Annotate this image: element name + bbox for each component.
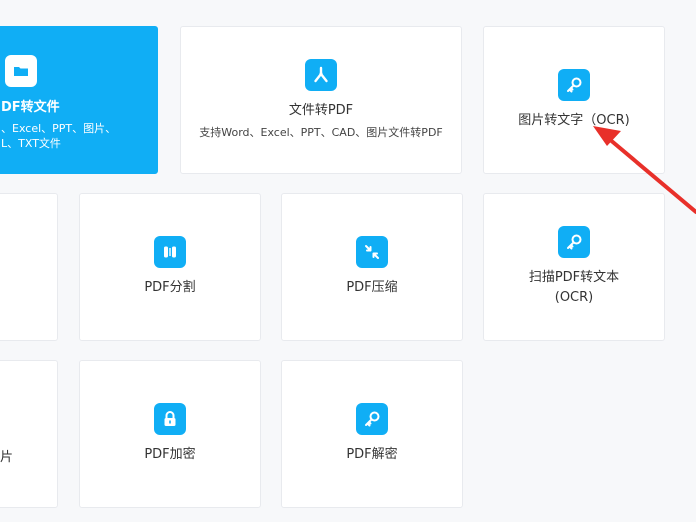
red-arrow-annotation: [593, 126, 696, 214]
